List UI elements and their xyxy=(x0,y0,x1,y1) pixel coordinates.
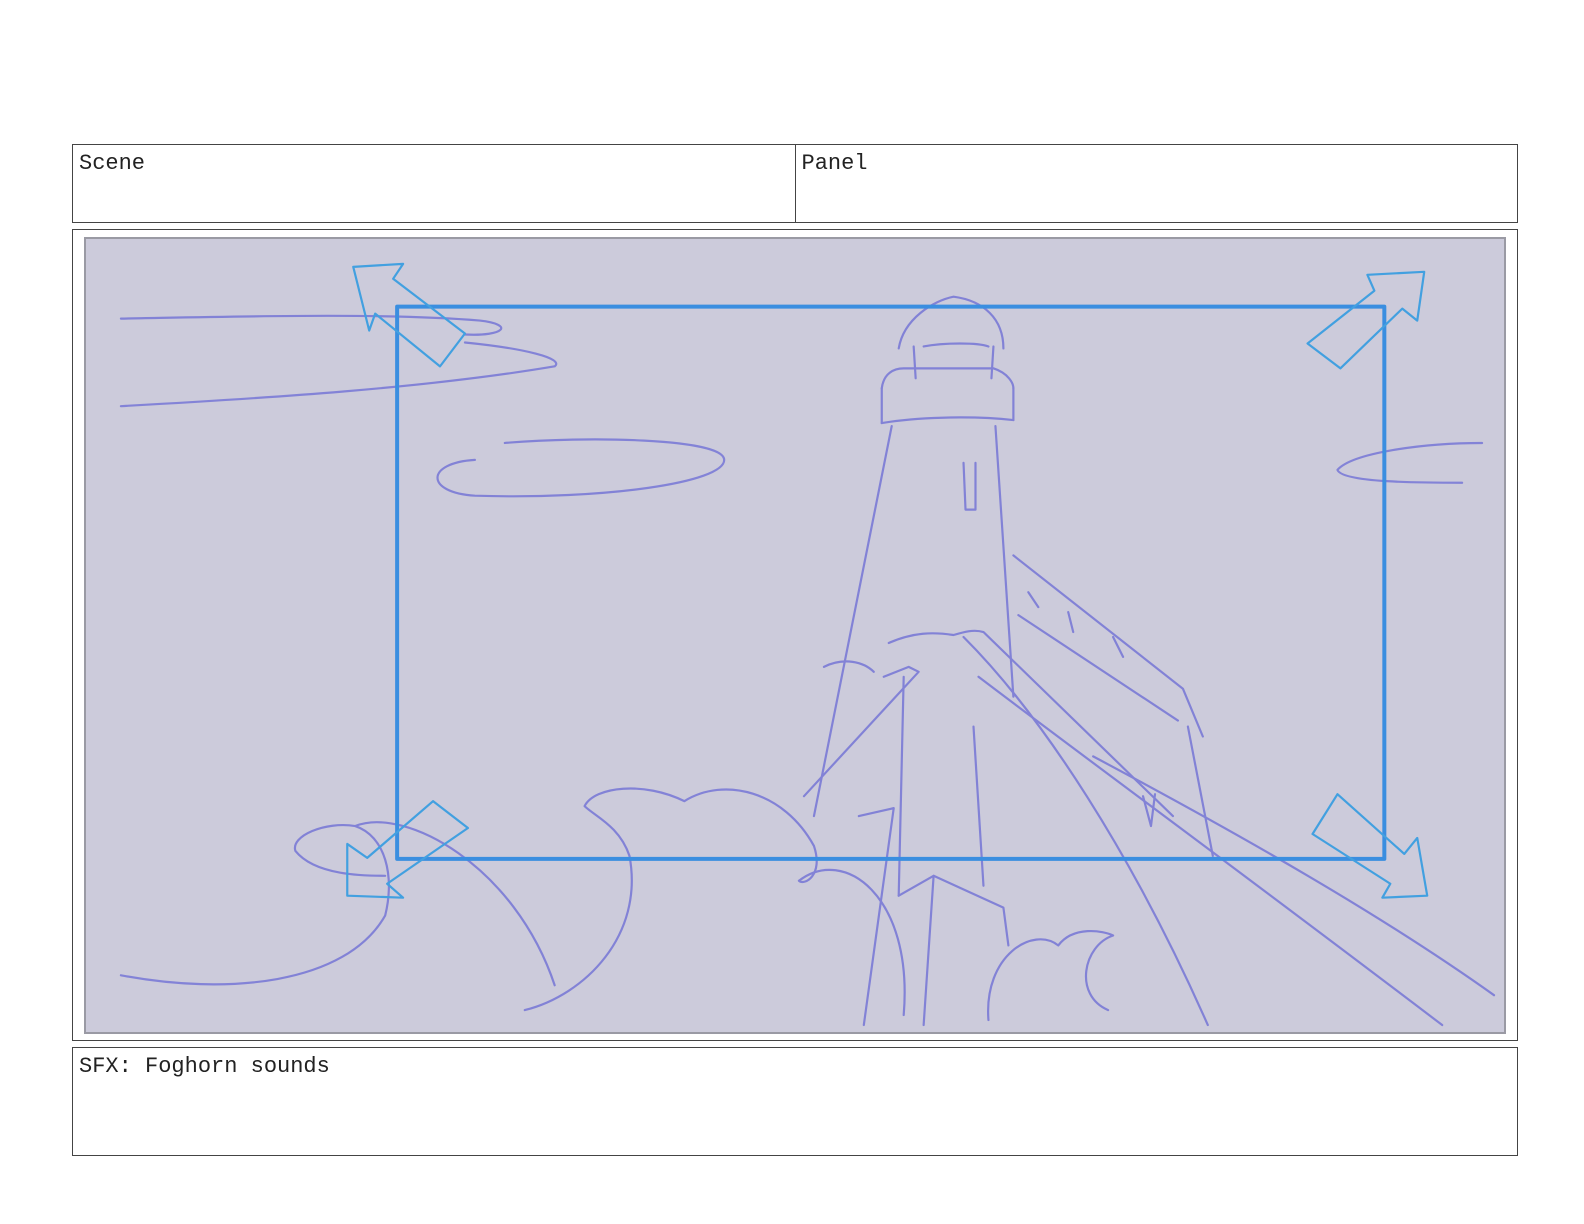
lighthouse-sketch-icon xyxy=(119,262,1496,1027)
notes-text: SFX: Foghorn sounds xyxy=(79,1054,330,1079)
panel-label: Panel xyxy=(801,151,868,176)
notes-field[interactable]: SFX: Foghorn sounds xyxy=(72,1047,1518,1156)
scene-label: Scene xyxy=(79,151,146,176)
panel-frame xyxy=(72,229,1518,1041)
header-row: Scene Panel xyxy=(72,144,1518,223)
storyboard-sketch-image xyxy=(84,237,1506,1034)
scene-field[interactable]: Scene xyxy=(73,145,795,222)
panel-field[interactable]: Panel xyxy=(794,145,1518,222)
